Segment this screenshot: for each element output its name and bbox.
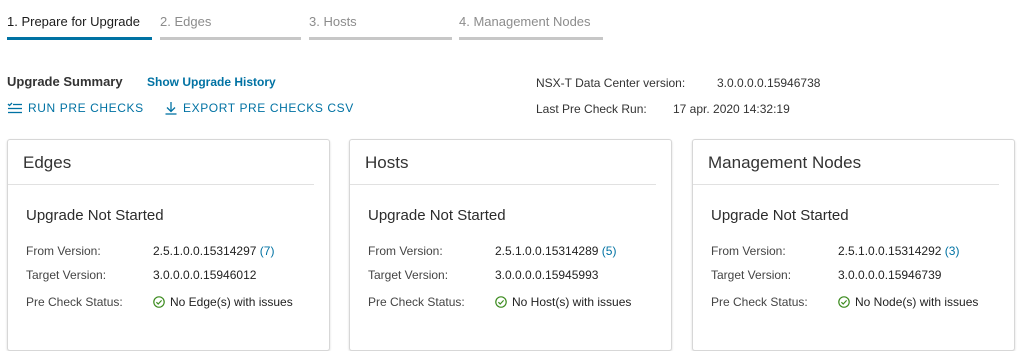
pre-check-status-label: Pre Check Status: [711, 295, 808, 309]
from-version-value: 2.5.1.0.0.15314292 [838, 244, 942, 258]
step-prepare-label: 1. Prepare for Upgrade [7, 14, 140, 29]
from-version-label: From Version: [711, 244, 786, 258]
step-hosts-label: 3. Hosts [309, 14, 357, 29]
upgrade-status: Upgrade Not Started [26, 207, 164, 224]
step-management-nodes-indicator [459, 37, 603, 40]
success-circle-icon [495, 296, 507, 311]
export-pre-checks-csv-button[interactable]: EXPORT PRE CHECKS CSV [164, 101, 354, 115]
step-management-nodes-label: 4. Management Nodes [459, 14, 591, 29]
step-prepare[interactable]: 1. Prepare for Upgrade [7, 13, 152, 41]
target-version-row: Target Version: 3.0.0.0.0.15946012 [26, 268, 256, 282]
pre-check-status-row: Pre Check Status: No Edge(s) with issues [26, 295, 293, 309]
card-divider [8, 184, 314, 185]
last-pre-check-label: Last Pre Check Run: [536, 102, 647, 116]
card-title: Hosts [365, 153, 409, 172]
success-circle-icon [838, 296, 850, 311]
from-version-count-link[interactable]: (3) [945, 244, 960, 258]
from-version-row: From Version: 2.5.1.0.0.15314292 (3) [711, 244, 959, 258]
hosts-card[interactable]: Hosts Upgrade Not Started From Version: … [349, 139, 672, 351]
step-hosts[interactable]: 3. Hosts [309, 13, 452, 41]
pre-check-status-row: Pre Check Status: No Host(s) with issues [368, 295, 631, 309]
upgrade-status: Upgrade Not Started [711, 207, 849, 224]
from-version-count-link[interactable]: (7) [260, 244, 275, 258]
download-icon [164, 101, 178, 115]
success-circle-icon [153, 296, 165, 311]
nsx-version-value: 3.0.0.0.0.15946738 [717, 76, 821, 90]
target-version-row: Target Version: 3.0.0.0.0.15946739 [711, 268, 941, 282]
target-version-value: 3.0.0.0.0.15946012 [153, 268, 257, 282]
pre-check-status-label: Pre Check Status: [26, 295, 123, 309]
target-version-value: 3.0.0.0.0.15946739 [838, 268, 942, 282]
show-upgrade-history-link[interactable]: Show Upgrade History [147, 75, 276, 89]
pre-check-status-value: No Node(s) with issues [855, 295, 979, 309]
pre-check-status-value: No Edge(s) with issues [170, 295, 293, 309]
card-divider [693, 184, 999, 185]
upgrade-status: Upgrade Not Started [368, 207, 506, 224]
step-prepare-indicator [7, 37, 152, 40]
step-edges-indicator [160, 37, 301, 40]
edges-card[interactable]: Edges Upgrade Not Started From Version: … [7, 139, 330, 351]
from-version-row: From Version: 2.5.1.0.0.15314289 (5) [368, 244, 616, 258]
from-version-value: 2.5.1.0.0.15314297 [153, 244, 257, 258]
last-pre-check-value: 17 apr. 2020 14:32:19 [673, 102, 790, 116]
upgrade-summary-title: Upgrade Summary [7, 74, 123, 89]
from-version-count-link[interactable]: (5) [602, 244, 617, 258]
target-version-label: Target Version: [26, 268, 107, 282]
management-nodes-card[interactable]: Management Nodes Upgrade Not Started Fro… [692, 139, 1015, 351]
pre-check-status-label: Pre Check Status: [368, 295, 465, 309]
target-version-label: Target Version: [711, 268, 792, 282]
nsx-version-label: NSX-T Data Center version: [536, 76, 686, 90]
step-hosts-indicator [309, 37, 452, 40]
step-edges-label: 2. Edges [160, 14, 212, 29]
list-check-icon [7, 102, 23, 114]
card-divider [350, 184, 656, 185]
card-title: Management Nodes [708, 153, 862, 172]
target-version-row: Target Version: 3.0.0.0.0.15945993 [368, 268, 598, 282]
export-pre-checks-csv-label: EXPORT PRE CHECKS CSV [183, 101, 354, 115]
target-version-value: 3.0.0.0.0.15945993 [495, 268, 599, 282]
run-pre-checks-label: RUN PRE CHECKS [28, 101, 144, 115]
from-version-value: 2.5.1.0.0.15314289 [495, 244, 599, 258]
step-management-nodes[interactable]: 4. Management Nodes [459, 13, 603, 41]
nsx-version-row: NSX-T Data Center version: 3.0.0.0.0.159… [536, 76, 820, 90]
from-version-label: From Version: [368, 244, 443, 258]
last-pre-check-row: Last Pre Check Run: 17 apr. 2020 14:32:1… [536, 102, 790, 116]
step-edges[interactable]: 2. Edges [160, 13, 301, 41]
card-title: Edges [23, 153, 72, 172]
pre-check-status-row: Pre Check Status: No Node(s) with issues [711, 295, 978, 309]
target-version-label: Target Version: [368, 268, 449, 282]
run-pre-checks-button[interactable]: RUN PRE CHECKS [7, 101, 144, 115]
from-version-row: From Version: 2.5.1.0.0.15314297 (7) [26, 244, 274, 258]
from-version-label: From Version: [26, 244, 101, 258]
pre-check-status-value: No Host(s) with issues [512, 295, 632, 309]
